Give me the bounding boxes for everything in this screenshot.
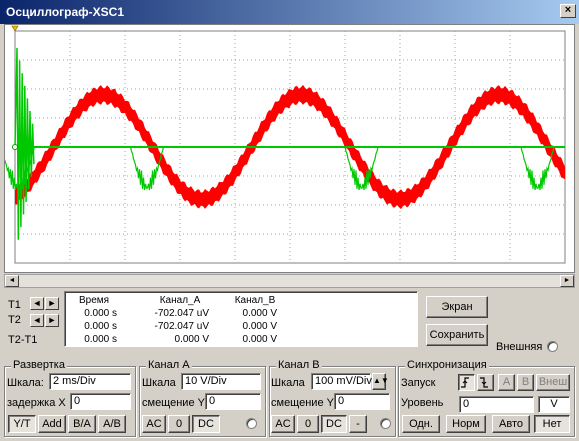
- t2-left-arrow-icon[interactable]: ◄: [30, 314, 44, 327]
- rising-edge-icon[interactable]: [458, 374, 475, 391]
- channel-b-startup-spike: [14, 47, 35, 240]
- trigger-none-button[interactable]: Нет: [534, 415, 570, 433]
- trigger-level-input[interactable]: 0: [459, 396, 534, 413]
- channel-b-scale-input[interactable]: 100 mV/Div: [311, 373, 372, 390]
- trigger-source-ext-button[interactable]: Внеш: [536, 374, 570, 391]
- external-radio[interactable]: [547, 341, 558, 352]
- scroll-left-icon[interactable]: ◄: [5, 275, 19, 287]
- trigger-title: Синхронизация: [405, 359, 489, 371]
- diff-time: 0.000 s: [84, 334, 117, 345]
- trigger-single-button[interactable]: Одн.: [402, 415, 440, 433]
- diff-channel-b: 0.000 V: [242, 334, 277, 345]
- trigger-source-b-button[interactable]: B: [517, 374, 534, 391]
- channel-a-scale-label: Шкала: [142, 377, 176, 389]
- channel-b-title: Канал В: [276, 359, 322, 371]
- channel-b-offset-label: смещение Y: [271, 397, 334, 409]
- falling-edge-icon[interactable]: [477, 374, 494, 391]
- horizontal-scrollbar[interactable]: ◄ ►: [4, 274, 575, 288]
- t2-channel-a: -702.047 uV: [154, 321, 210, 332]
- channel-a-radio[interactable]: [246, 418, 257, 429]
- t1-time: 0.000 s: [84, 308, 117, 319]
- channel-b-bursts: [0, 146, 555, 191]
- channel-b-zero-button[interactable]: 0: [297, 415, 319, 433]
- channel-a-title: Канал A: [146, 359, 192, 371]
- channel-a-offset-label: смещение Y: [142, 397, 205, 409]
- channel-b-radio[interactable]: [380, 418, 391, 429]
- header-time: Время: [79, 295, 110, 306]
- measurement-table: Время Канал_A Канал_B 0.000 s -702.047 u…: [64, 291, 418, 347]
- delay-input[interactable]: 0: [70, 393, 131, 410]
- channel-b-invert-button[interactable]: -: [349, 415, 367, 433]
- mode-ba-button[interactable]: B/A: [68, 415, 96, 433]
- channel-b-ac-button[interactable]: AC: [271, 415, 295, 433]
- channel-a-dc-button[interactable]: DC: [192, 415, 220, 433]
- diff-channel-a: 0.000 V: [174, 334, 209, 345]
- cursor-t2-label: T2: [8, 314, 21, 326]
- channel-a-zero-button[interactable]: 0: [168, 415, 190, 433]
- window-titlebar: Осциллограф-XSC1 ×: [0, 0, 579, 24]
- mode-add-button[interactable]: Add: [38, 415, 66, 433]
- header-channel-b: Канал_B: [234, 295, 276, 306]
- trigger-level-label: Уровень: [401, 397, 444, 409]
- timebase-title: Развертка: [11, 359, 67, 371]
- t2-right-arrow-icon[interactable]: ►: [45, 314, 59, 327]
- delay-label: задержка X: [7, 397, 66, 409]
- t2-time: 0.000 s: [84, 321, 117, 332]
- ground-marker: [12, 144, 18, 150]
- timebase-scale-label: Шкала:: [7, 377, 44, 389]
- channel-a-ac-button[interactable]: AC: [142, 415, 166, 433]
- trigger-source-a-button[interactable]: A: [498, 374, 515, 391]
- t1-channel-a: -702.047 uV: [154, 308, 210, 319]
- cursor-diff-label: T2-T1: [8, 334, 38, 346]
- external-label: Внешняя: [496, 341, 543, 353]
- channel-b-offset-input[interactable]: 0: [334, 393, 390, 410]
- header-channel-a: Канал_A: [159, 295, 201, 306]
- mode-yt-button[interactable]: Y/T: [8, 415, 36, 433]
- trigger-level-unit[interactable]: V: [538, 396, 570, 413]
- channel-b-dc-button[interactable]: DC: [321, 415, 347, 433]
- trigger-normal-button[interactable]: Норм: [446, 415, 486, 433]
- close-button[interactable]: ×: [560, 4, 576, 18]
- channel-b-scale-label: Шкала: [271, 377, 305, 389]
- window-title: Осциллограф-XSC1: [6, 5, 125, 19]
- t1-channel-b: 0.000 V: [242, 308, 277, 319]
- channel-b-scale-spin-icon[interactable]: ▲▼: [372, 373, 389, 390]
- t1-right-arrow-icon[interactable]: ►: [45, 297, 59, 310]
- mode-ab-button[interactable]: A/B: [98, 415, 126, 433]
- t2-channel-b: 0.000 V: [242, 321, 277, 332]
- cursor-t1-marker: [11, 25, 19, 32]
- screen-button[interactable]: Экран: [426, 296, 488, 318]
- scope-plot: [0, 25, 566, 264]
- channel-a-offset-input[interactable]: 0: [205, 393, 261, 410]
- oscilloscope-screen: [0, 24, 575, 273]
- save-button[interactable]: Сохранить: [426, 324, 488, 346]
- scroll-right-icon[interactable]: ►: [560, 275, 574, 287]
- timebase-scale-input[interactable]: 2 ms/Div: [49, 373, 131, 390]
- trigger-auto-button[interactable]: Авто: [492, 415, 530, 433]
- t1-left-arrow-icon[interactable]: ◄: [30, 297, 44, 310]
- cursor-t1-label: T1: [8, 299, 21, 311]
- channel-a-scale-input[interactable]: 10 V/Div: [181, 373, 261, 390]
- trigger-edge-label: Запуск: [401, 377, 436, 389]
